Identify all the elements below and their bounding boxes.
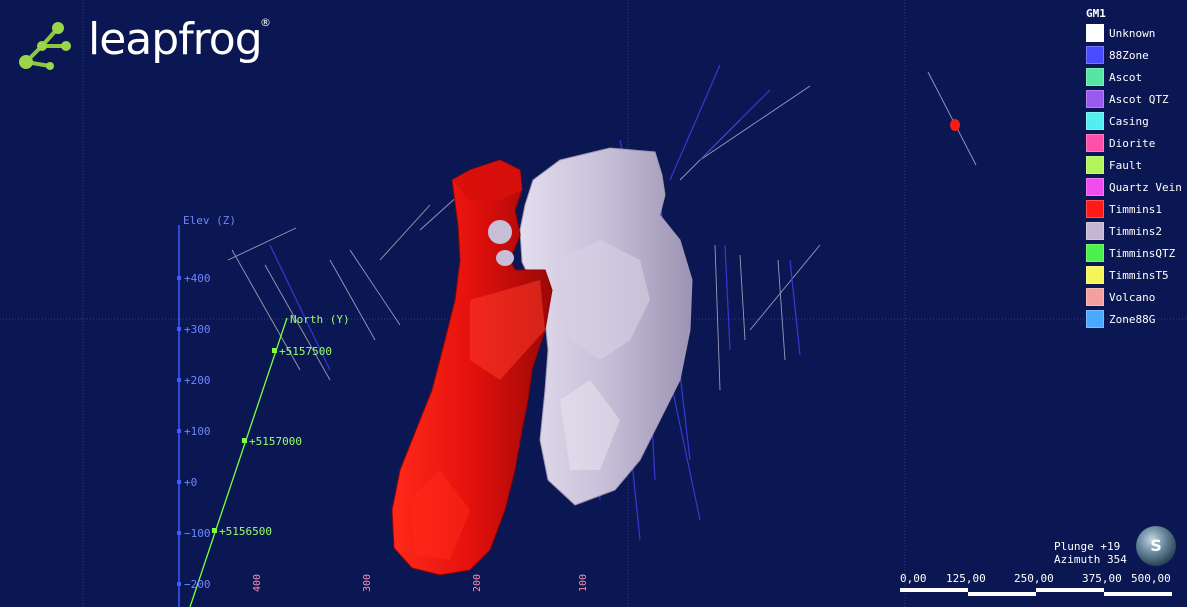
legend-label: TimminsQTZ — [1109, 246, 1176, 260]
compass-globe-icon[interactable]: S — [1136, 526, 1176, 566]
legend-item[interactable]: TimminsT5 — [1084, 264, 1187, 286]
elev-tick-label: +0 — [184, 476, 198, 489]
north-axis — [189, 317, 288, 607]
scale-bar: 0,00 125,00 250,00 375,00 500,00 — [900, 572, 1175, 602]
north-tick-label: +5157500 — [279, 345, 332, 358]
legend-swatch — [1086, 178, 1104, 196]
legend-item[interactable]: Fault — [1084, 154, 1187, 176]
north-axis-label: North (Y) — [290, 313, 350, 326]
bottom-tick-label: 400 — [252, 573, 263, 592]
legend-title: GM1 — [1086, 7, 1106, 20]
elev-tick-label: +100 — [184, 425, 211, 438]
legend-label: Zone88G — [1109, 312, 1156, 326]
legend-label: 88Zone — [1109, 48, 1149, 62]
legend-label: TimminsT5 — [1109, 268, 1169, 282]
bottom-tick-label: 300 — [362, 573, 373, 592]
legend-swatch — [1086, 244, 1104, 262]
legend-label: Quartz Vein — [1109, 180, 1182, 194]
elev-tick-label: +200 — [184, 374, 211, 387]
legend-swatch — [1086, 112, 1104, 130]
legend-label: Volcano — [1109, 290, 1156, 304]
legend-item[interactable]: Timmins1 — [1084, 198, 1187, 220]
north-tick-label: +5156500 — [219, 525, 272, 538]
scale-label: 250,00 — [1014, 572, 1054, 585]
legend-swatch — [1086, 310, 1104, 328]
legend-item[interactable]: Zone88G — [1084, 308, 1187, 330]
legend-item[interactable]: Quartz Vein — [1084, 176, 1187, 198]
legend-label: Timmins2 — [1109, 224, 1162, 238]
logo-registered-mark: ® — [260, 16, 271, 29]
legend-item[interactable]: 88Zone — [1084, 44, 1187, 66]
legend-swatch — [1086, 222, 1104, 240]
legend-swatch — [1086, 24, 1104, 42]
plunge-readout: Plunge +19 — [1054, 540, 1121, 553]
3d-viewport[interactable]: leapfrog ® Elev (Z) +400 +300 +200 +100 +0 −1… — [0, 0, 1187, 607]
scale-label: 125,00 — [946, 572, 986, 585]
legend-swatch — [1086, 134, 1104, 152]
legend-swatch — [1086, 90, 1104, 108]
orientation-readout: Plunge +19 Azimuth 354 — [1054, 540, 1127, 566]
legend-swatch — [1086, 266, 1104, 284]
legend-panel: GM1 Unknown 88Zone Ascot Ascot QTZ Casing Dio… — [1084, 6, 1187, 330]
scale-segment — [968, 592, 1036, 596]
elev-axis — [177, 225, 181, 607]
legend-label: Casing — [1109, 114, 1149, 128]
elev-tick-label: +400 — [184, 272, 211, 285]
legend-item[interactable]: TimminsQTZ — [1084, 242, 1187, 264]
scale-label: 0,00 — [900, 572, 927, 585]
elev-tick-label: +300 — [184, 323, 211, 336]
legend-swatch — [1086, 200, 1104, 218]
scale-segment — [1104, 592, 1172, 596]
scale-label: 500,00 — [1131, 572, 1171, 585]
legend-label: Timmins1 — [1109, 202, 1162, 216]
elev-tick-label: −200 — [184, 578, 211, 591]
elev-axis-label: Elev (Z) — [183, 214, 236, 227]
leapfrog-logo-icon — [19, 22, 71, 70]
legend-item[interactable]: Casing — [1084, 110, 1187, 132]
legend-swatch — [1086, 68, 1104, 86]
red-sample-marker[interactable] — [950, 119, 960, 131]
elev-tick-label: −100 — [184, 527, 211, 540]
legend-item[interactable]: Volcano — [1084, 286, 1187, 308]
scene-canvas[interactable] — [0, 0, 1187, 607]
compass-letter: S — [1150, 536, 1162, 555]
north-tick-label: +5157000 — [249, 435, 302, 448]
legend-label: Ascot QTZ — [1109, 92, 1169, 106]
scale-label: 375,00 — [1082, 572, 1122, 585]
legend-item[interactable]: Ascot — [1084, 66, 1187, 88]
legend-label: Ascot — [1109, 70, 1143, 84]
scale-segment — [1036, 588, 1104, 592]
legend-item[interactable]: Unknown — [1084, 22, 1187, 44]
legend-label: Fault — [1109, 158, 1143, 172]
legend-swatch — [1086, 46, 1104, 64]
legend-item[interactable]: Ascot QTZ — [1084, 88, 1187, 110]
bottom-tick-label: 100 — [578, 573, 589, 592]
scale-segment — [900, 588, 968, 592]
azimuth-readout: Azimuth 354 — [1054, 553, 1127, 566]
legend-swatch — [1086, 288, 1104, 306]
logo-wordmark: leapfrog — [88, 14, 263, 65]
legend-swatch — [1086, 156, 1104, 174]
legend-item[interactable]: Timmins2 — [1084, 220, 1187, 242]
legend-item[interactable]: Diorite — [1084, 132, 1187, 154]
bottom-tick-label: 200 — [472, 573, 483, 592]
legend-label: Diorite — [1109, 136, 1156, 150]
legend-label: Unknown — [1109, 26, 1156, 40]
